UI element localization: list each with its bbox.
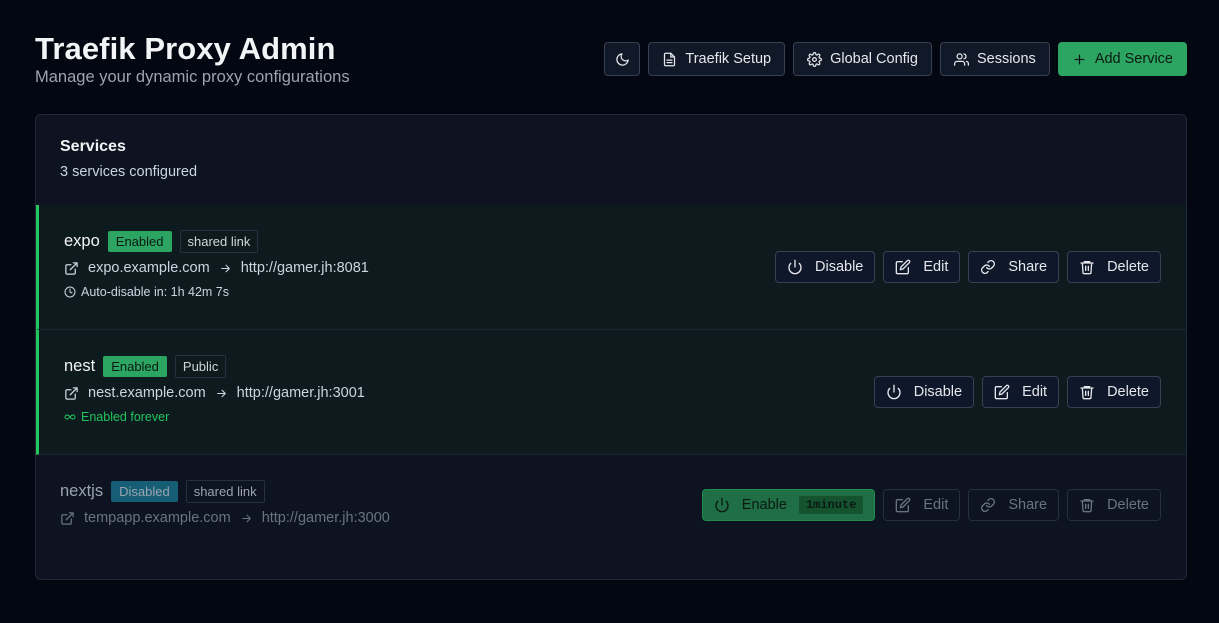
disable-label: Disable (815, 259, 864, 275)
page-title: Traefik Proxy Admin (35, 31, 336, 66)
enabled-forever-text: Enabled forever (81, 410, 170, 424)
status-badge: Enabled (103, 355, 167, 377)
share-button[interactable]: Share (968, 489, 1060, 521)
edit-label: Edit (923, 497, 949, 513)
global-config-label: Global Config (830, 51, 918, 67)
file-text-icon (664, 52, 676, 66)
share-label: Share (1008, 497, 1048, 513)
app-page: Traefik Proxy Admin Manage your dynamic … (0, 0, 1219, 623)
services-title: Services (60, 138, 126, 155)
arrow-right-icon (216, 389, 226, 397)
services-card-header: Services 3 services configured (60, 138, 197, 180)
sessions-button[interactable]: Sessions (939, 42, 1050, 76)
service-name: nest (64, 356, 96, 375)
clock-icon (64, 286, 76, 298)
disable-button[interactable]: Disable (775, 251, 876, 283)
trash-icon (1080, 499, 1094, 513)
users-icon (953, 52, 969, 66)
access-type-badge: shared link (185, 479, 265, 503)
link-icon (981, 260, 996, 274)
edit-icon (994, 384, 1010, 400)
service-row-expo: expo Enabled shared link expo.example.co… (36, 205, 1186, 330)
service-target: http://gamer.jh:8081 (240, 260, 369, 276)
gear-icon (807, 51, 823, 67)
services-count: 3 services configured (60, 164, 198, 180)
plus-icon (1074, 54, 1085, 64)
page-subtitle: Manage your dynamic proxy configurations (35, 68, 350, 86)
theme-toggle-button[interactable] (604, 42, 641, 76)
service-name: nextjs (60, 481, 104, 500)
service-info: nextjs Disabled shared link tempapp.exam… (60, 479, 390, 526)
traefik-setup-button[interactable]: Traefik Setup (648, 42, 786, 76)
service-row-nest: nest Enabled Public nest.example.com htt… (36, 330, 1186, 455)
disable-label: Disable (913, 384, 963, 400)
arrow-right-icon (241, 514, 251, 522)
sessions-label: Sessions (976, 51, 1036, 67)
delete-button[interactable]: Delete (1067, 489, 1161, 521)
external-link-icon[interactable] (64, 261, 79, 276)
service-target: http://gamer.jh:3000 (261, 510, 390, 526)
delete-label: Delete (1107, 384, 1149, 400)
global-config-button[interactable]: Global Config (793, 42, 932, 76)
delete-label: Delete (1107, 259, 1149, 275)
auto-disable-timer: Auto-disable in: 1h 42m 7s (81, 285, 230, 299)
service-host: tempapp.example.com (84, 510, 231, 526)
edit-button[interactable]: Edit (883, 489, 961, 521)
service-info: expo Enabled shared link expo.example.co… (64, 229, 369, 299)
service-actions: Disable Edit Delete (873, 376, 1161, 408)
edit-label: Edit (923, 259, 949, 275)
power-icon (887, 384, 901, 400)
status-badge: Disabled (111, 480, 178, 502)
service-host: expo.example.com (88, 260, 210, 276)
power-icon (788, 259, 802, 275)
external-link-icon[interactable] (60, 511, 75, 526)
access-type-badge: Public (174, 354, 227, 378)
access-type-badge: shared link (179, 229, 259, 253)
service-name: expo (64, 231, 100, 250)
service-actions: Disable Edit Share Delete (775, 251, 1161, 283)
add-service-button[interactable]: Add Service (1057, 42, 1187, 76)
enable-button[interactable]: Enable 1minute (701, 489, 876, 521)
service-host: nest.example.com (88, 385, 206, 401)
delete-button[interactable]: Delete (1067, 376, 1161, 408)
edit-button[interactable]: Edit (883, 251, 961, 283)
edit-label: Edit (1022, 384, 1048, 400)
power-icon (715, 497, 729, 513)
service-info: nest Enabled Public nest.example.com htt… (64, 354, 365, 424)
disable-button[interactable]: Disable (873, 376, 975, 408)
delete-button[interactable]: Delete (1067, 251, 1161, 283)
services-card: Services 3 services configured expo Enab… (35, 114, 1187, 580)
infinity-icon (64, 414, 76, 420)
traefik-setup-label: Traefik Setup (685, 51, 772, 67)
service-target: http://gamer.jh:3001 (236, 385, 365, 401)
external-link-icon[interactable] (64, 386, 79, 401)
edit-icon (896, 259, 911, 275)
edit-button[interactable]: Edit (982, 376, 1060, 408)
arrow-right-icon (220, 264, 230, 272)
enable-label: Enable (741, 497, 787, 513)
delete-label: Delete (1107, 497, 1149, 513)
service-row-nextjs: nextjs Disabled shared link tempapp.exam… (36, 455, 1186, 579)
trash-icon (1080, 386, 1094, 400)
moon-icon (616, 52, 629, 66)
enable-duration-badge: 1minute (798, 496, 864, 514)
trash-icon (1080, 261, 1094, 275)
status-badge: Enabled (107, 230, 172, 252)
share-button[interactable]: Share (968, 251, 1060, 283)
edit-icon (896, 497, 911, 513)
header-toolbar: Traefik Setup Global Config Sessions Add… (604, 42, 1187, 76)
service-actions: Enable 1minute Edit Share Delete (701, 489, 1161, 521)
link-icon (981, 498, 996, 512)
share-label: Share (1008, 259, 1048, 275)
add-service-label: Add Service (1094, 51, 1173, 67)
page-header: Traefik Proxy Admin Manage your dynamic … (35, 30, 1187, 90)
